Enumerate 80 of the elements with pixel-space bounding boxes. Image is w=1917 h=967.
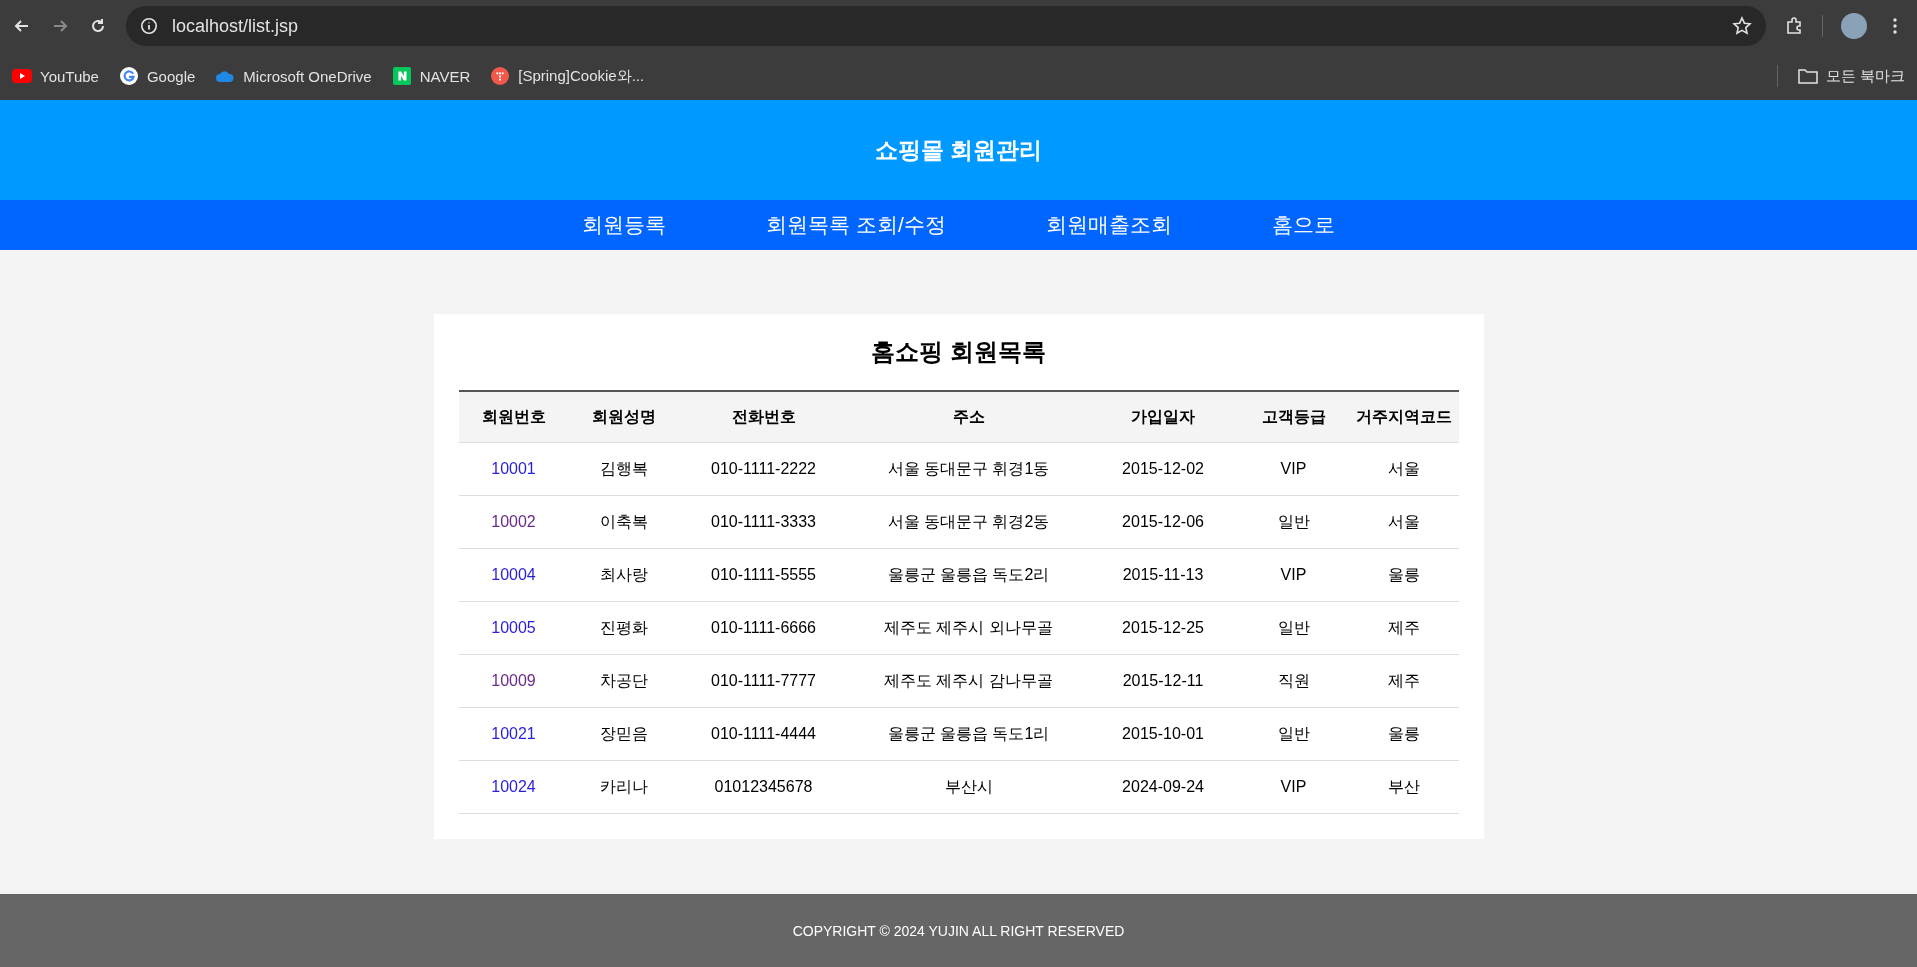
table-cell: 010-1111-7777 [711,672,816,689]
table-cell: 서울 동대문구 휘경2동 [887,512,1050,530]
table-cell: 2015-12-25 [1122,619,1204,636]
bookmark[interactable]: [Spring]Cookie와... [490,66,645,86]
column-header: 주소 [848,391,1089,443]
member-id-link[interactable]: 10005 [491,619,536,636]
table-cell: 일반 [1277,512,1310,530]
member-id-link[interactable]: 10021 [491,725,536,742]
table-cell: 제주 [1388,618,1420,636]
table-cell: 이축복 [599,512,648,530]
table-cell: VIP [1280,460,1307,477]
address-bar[interactable]: localhost/list.jsp [126,6,1766,46]
member-id-link[interactable]: 10004 [491,566,536,583]
info-icon [140,17,158,35]
bookmark[interactable]: YouTube [12,67,99,85]
column-header: 회원성명 [568,391,679,443]
table-cell: 제주도 제주시 외나무골 [884,618,1053,636]
table-cell: VIP [1280,778,1307,795]
folder-icon [1797,67,1818,85]
table-cell: 010-1111-2222 [711,460,816,477]
table-cell: 부산 [1388,777,1420,795]
url-text: localhost/list.jsp [172,15,300,37]
bookmark[interactable]: Microsoft OneDrive [215,67,372,85]
table-cell: 울릉군 울릉읍 독도1리 [887,724,1050,742]
site-title: 쇼핑몰 회원관리 [874,135,1043,165]
table-cell: 진평화 [599,618,648,636]
table-cell: 2015-12-11 [1122,672,1204,689]
table-cell: 울릉 [1388,724,1420,742]
table-cell: 부산시 [944,777,993,795]
column-header: 회원번호 [458,391,569,443]
member-id-link[interactable]: 10001 [491,460,536,477]
star-icon[interactable] [1732,16,1752,36]
nav-link[interactable]: 회원매출조회 [1045,211,1172,239]
table-cell: 서울 [1388,459,1420,477]
bookmark[interactable]: NAVER [391,67,471,85]
table-cell: 010-1111-5555 [711,566,816,583]
column-header: 고객등급 [1237,391,1350,443]
column-header: 가입일자 [1088,391,1238,443]
table-cell: 2015-11-13 [1122,566,1204,583]
table-cell: 김행복 [599,459,648,477]
table-cell: 2024-09-24 [1122,778,1204,795]
play-icon [12,67,32,85]
table-cell: 일반 [1277,724,1310,742]
table-cell: 2015-10-01 [1122,725,1204,742]
nav-link[interactable]: 회원목록 조회/수정 [766,211,946,239]
table-cell: 서울 동대문구 휘경1동 [887,459,1050,477]
g-logo-icon [118,67,139,85]
nav-link[interactable]: 회원등록 [582,211,667,239]
table-cell: 서울 [1388,512,1420,530]
dots-circle-icon [490,67,511,85]
avatar[interactable] [1841,13,1867,39]
n-logo-icon [391,67,412,85]
member-id-link[interactable]: 10024 [491,778,536,795]
table-cell: 울릉군 울릉읍 독도2리 [887,565,1050,583]
table-cell: 장믿음 [599,724,648,742]
column-header: 전화번호 [678,391,849,443]
nav-link[interactable]: 홈으로 [1271,211,1335,239]
table-cell: 차공단 [599,671,648,689]
table-cell: 일반 [1277,618,1310,636]
table-cell: 카리나 [599,777,648,795]
table-cell: 제주 [1388,671,1420,689]
table-cell: 최사랑 [599,565,648,583]
table-cell: 2015-12-02 [1122,460,1204,477]
all-bookmarks[interactable]: 모든 북마크 [1797,66,1905,86]
table-cell: 제주도 제주시 감나무골 [884,671,1053,689]
table-title: 홈쇼핑 회원목록 [870,337,1047,367]
member-id-link[interactable]: 10009 [491,672,536,689]
table-cell: 01012345678 [714,778,813,795]
table-cell: 010-1111-6666 [711,619,816,636]
bookmark[interactable]: Google [118,67,196,85]
column-header: 거주지역코드 [1349,391,1459,443]
table-cell: VIP [1280,566,1307,583]
member-id-link[interactable]: 10002 [491,513,536,530]
table-cell: 울릉 [1388,565,1420,583]
copyright-text: COPYRIGHT © 2024 YUJIN ALL RIGHT RESERVED [792,922,1125,939]
table-cell: 010-1111-3333 [711,513,816,530]
table-cell: 010-1111-4444 [711,725,816,742]
table-cell: 2015-12-06 [1122,513,1204,530]
table-cell: 직원 [1277,671,1310,689]
puzzle-icon[interactable] [1784,16,1804,36]
